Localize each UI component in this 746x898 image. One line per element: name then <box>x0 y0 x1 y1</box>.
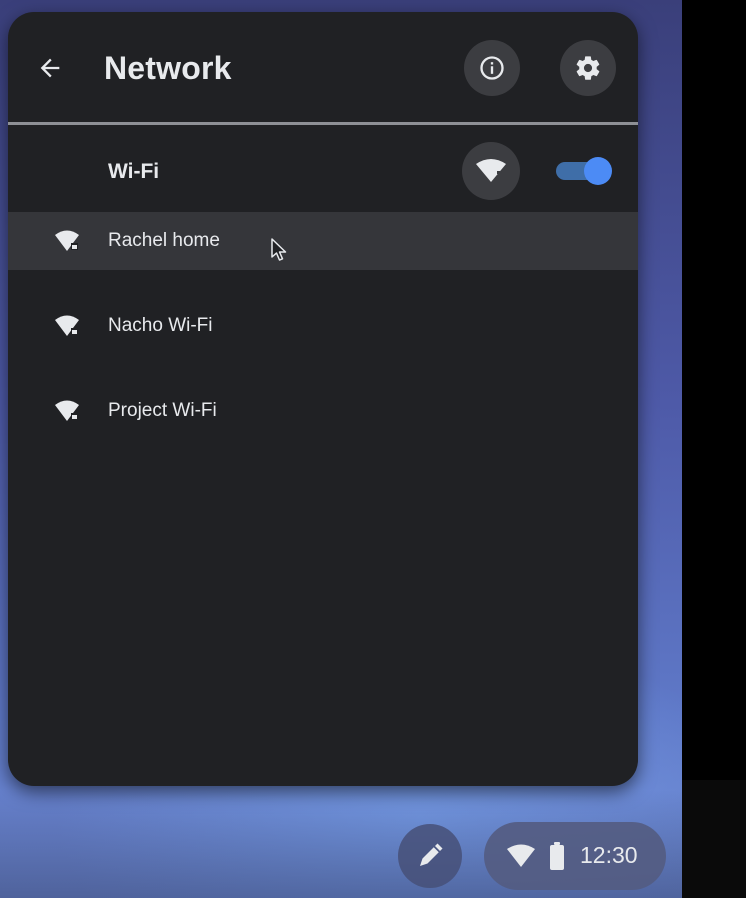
network-item-nacho-wifi[interactable]: Nacho Wi-Fi <box>8 297 638 355</box>
external-area <box>682 0 746 898</box>
network-name: Project Wi-Fi <box>108 400 217 421</box>
wifi-secure-icon <box>55 315 79 336</box>
network-item-project-wifi[interactable]: Project Wi-Fi <box>8 382 638 440</box>
wifi-status-button[interactable] <box>462 142 520 200</box>
clock-time: 12:30 <box>580 842 638 868</box>
page-title: Network <box>104 50 232 86</box>
stylus-icon <box>420 843 443 866</box>
wifi-secure-icon <box>55 400 79 421</box>
wifi-icon <box>507 844 535 867</box>
battery-icon <box>550 842 564 870</box>
screen: Network Wi-Fi Rachel home Nacho Wi-Fi Pr… <box>0 0 746 898</box>
wifi-toggle[interactable] <box>554 156 612 186</box>
settings-button[interactable] <box>560 40 616 96</box>
wifi-row: Wi-Fi <box>8 134 638 214</box>
wifi-toggle-thumb <box>584 157 612 185</box>
info-button[interactable] <box>464 40 520 96</box>
stylus-tools-button[interactable] <box>398 824 462 888</box>
wifi-label: Wi-Fi <box>108 160 160 183</box>
network-panel: Network Wi-Fi Rachel home Nacho Wi-Fi Pr… <box>8 12 638 786</box>
arrow-left-icon <box>40 58 60 78</box>
network-name: Nacho Wi-Fi <box>108 315 213 336</box>
mouse-cursor-icon <box>271 238 287 261</box>
header-divider <box>8 122 638 125</box>
gear-icon <box>576 56 600 80</box>
status-tray[interactable]: 12:30 <box>484 822 666 890</box>
panel-header: Network <box>8 12 638 124</box>
network-item-rachel-home[interactable]: Rachel home <box>8 212 638 270</box>
back-button[interactable] <box>30 48 70 88</box>
wifi-icon <box>476 159 506 182</box>
info-icon <box>480 56 504 80</box>
wifi-secure-icon <box>55 230 79 251</box>
external-area-lower <box>682 780 746 898</box>
network-list: Rachel home Nacho Wi-Fi Project Wi-Fi <box>8 212 638 467</box>
network-name: Rachel home <box>108 230 220 251</box>
